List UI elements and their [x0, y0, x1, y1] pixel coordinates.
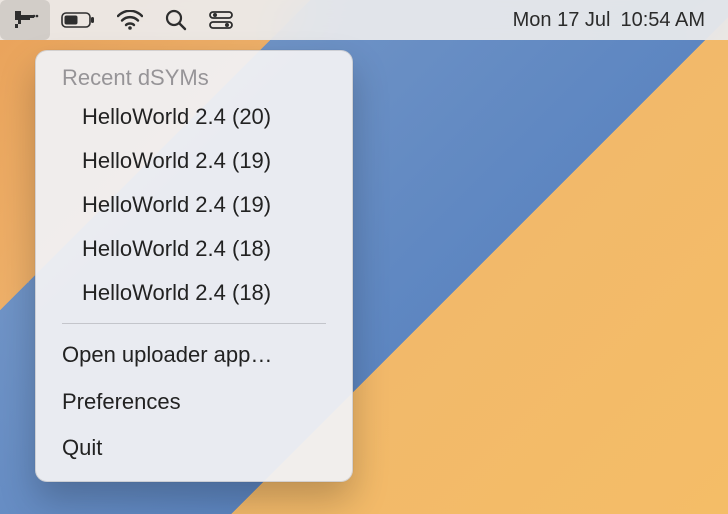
recent-dsym-label: HelloWorld 2.4 (19): [82, 148, 271, 173]
menubar-time: 10:54 AM: [620, 9, 705, 32]
menubar-datetime[interactable]: Mon 17 Jul 10:54 AM: [502, 0, 716, 40]
desktop-wallpaper: Mon 17 Jul 10:54 AM Recent dSYMs HelloWo…: [0, 0, 728, 514]
recent-dsym-item[interactable]: HelloWorld 2.4 (20): [36, 95, 352, 139]
recent-dsym-item[interactable]: HelloWorld 2.4 (19): [36, 139, 352, 183]
dropdown-separator: [62, 323, 326, 324]
search-icon: [165, 9, 187, 31]
action-label: Open uploader app…: [62, 342, 272, 367]
preferences-action[interactable]: Preferences: [36, 379, 352, 425]
sentry-icon: [11, 9, 39, 31]
recent-dsym-item[interactable]: HelloWorld 2.4 (18): [36, 227, 352, 271]
app-dropdown-menu: Recent dSYMs HelloWorld 2.4 (20) HelloWo…: [35, 50, 353, 482]
recent-dsym-item[interactable]: HelloWorld 2.4 (18): [36, 271, 352, 315]
battery-icon: [61, 12, 95, 28]
action-label: Preferences: [62, 389, 181, 414]
recent-dsym-label: HelloWorld 2.4 (18): [82, 280, 271, 305]
quit-action[interactable]: Quit: [36, 425, 352, 471]
menubar-app-icon[interactable]: [0, 0, 50, 40]
menubar-wifi[interactable]: [106, 0, 154, 40]
dropdown-section-header: Recent dSYMs: [36, 59, 352, 95]
recent-dsym-item[interactable]: HelloWorld 2.4 (19): [36, 183, 352, 227]
recent-dsym-label: HelloWorld 2.4 (19): [82, 192, 271, 217]
menubar-date: Mon 17 Jul: [513, 9, 611, 32]
open-uploader-action[interactable]: Open uploader app…: [36, 332, 352, 378]
recent-dsym-label: HelloWorld 2.4 (18): [82, 236, 271, 261]
menubar-battery[interactable]: [50, 0, 106, 40]
menubar: Mon 17 Jul 10:54 AM: [0, 0, 728, 40]
action-label: Quit: [62, 435, 102, 460]
menubar-search[interactable]: [154, 0, 198, 40]
recent-dsym-label: HelloWorld 2.4 (20): [82, 104, 271, 129]
control-center-icon: [209, 10, 233, 30]
wifi-icon: [117, 10, 143, 30]
menubar-control-center[interactable]: [198, 0, 244, 40]
